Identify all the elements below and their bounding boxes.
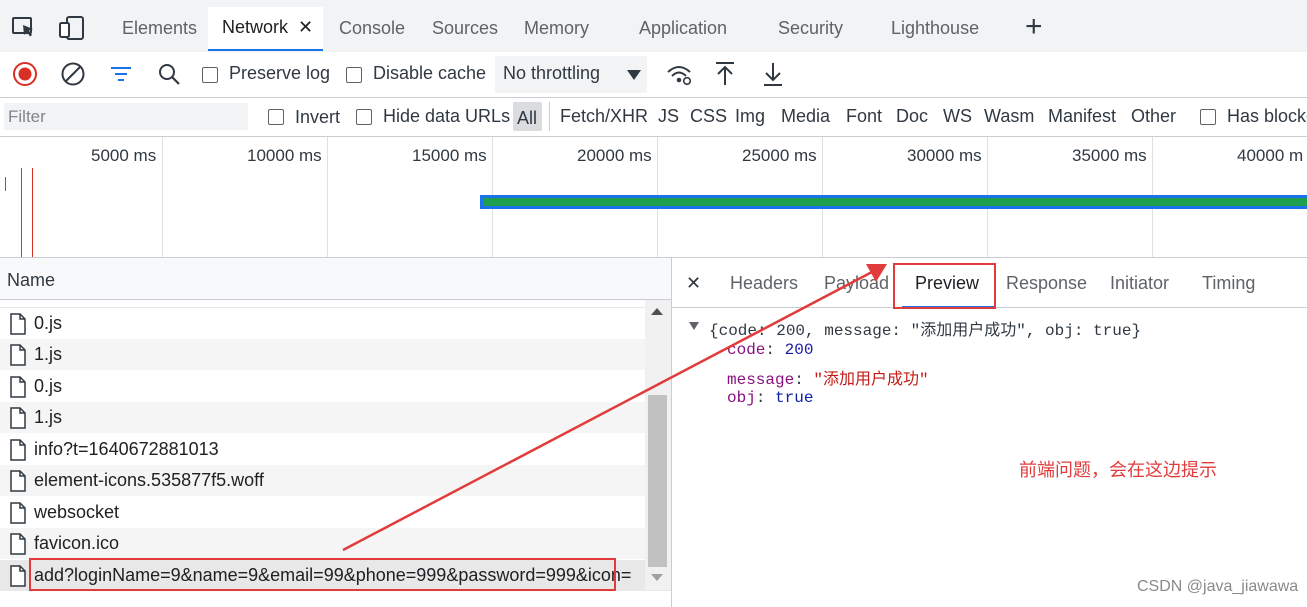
annotation-note: 前端问题，会在这边提示 [1019,460,1217,481]
watermark: CSDN @java_jiawawa [1137,578,1299,595]
annotation-arrow [342,264,887,552]
